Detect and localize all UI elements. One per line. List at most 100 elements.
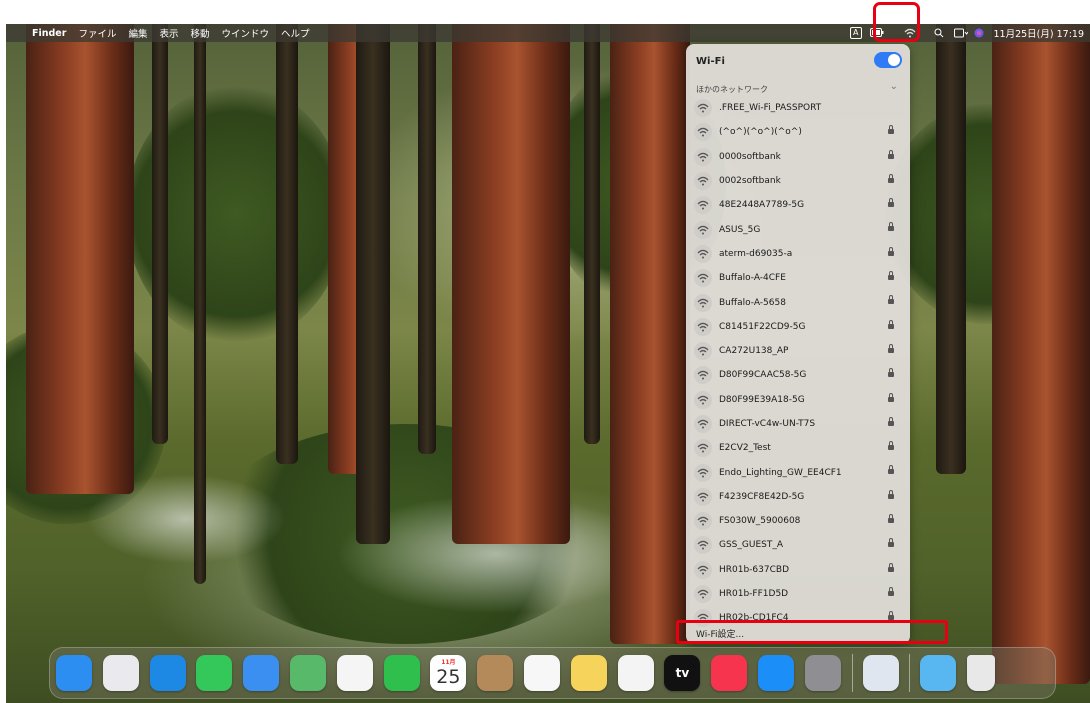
dock-finder-icon[interactable] — [56, 655, 92, 691]
wifi-signal-icon — [694, 99, 712, 118]
dock-safari-icon[interactable] — [149, 655, 186, 691]
network-name: 0000softbank — [719, 151, 781, 162]
lock-icon — [888, 222, 894, 232]
wifi-signal-icon — [694, 415, 712, 433]
dock-launchpad-icon[interactable] — [102, 655, 139, 691]
dock-messages-icon[interactable] — [196, 655, 233, 691]
lock-icon — [888, 586, 894, 597]
network-item[interactable]: D80F99CAAC58-5G — [686, 363, 910, 387]
network-item[interactable]: aterm-d69035-a — [686, 242, 910, 266]
wifi-signal-icon — [694, 366, 712, 385]
dock-maps-icon[interactable] — [289, 655, 326, 691]
network-item[interactable]: ASUS_5G — [686, 217, 910, 241]
menu-edit[interactable]: 編集 — [128, 26, 147, 40]
wifi-signal-icon — [694, 342, 712, 361]
lock-icon — [888, 489, 894, 500]
network-name: .FREE_Wi-Fi_PASSPORT — [719, 103, 822, 114]
lock-icon — [888, 392, 894, 403]
desktop-wallpaper — [6, 24, 1090, 703]
network-item[interactable]: DIRECT-vC4w-UN-T7S — [686, 412, 910, 436]
network-item[interactable]: D80F99E39A18-5G — [686, 388, 910, 412]
network-item[interactable]: GSS_GUEST_A — [686, 533, 910, 557]
dock-facetime-icon[interactable] — [383, 655, 420, 691]
menu-help[interactable]: ヘルプ — [281, 26, 310, 40]
wifi-toggle[interactable] — [874, 52, 902, 68]
other-networks-label: ほかのネットワーク — [696, 85, 768, 94]
dock-photos-icon[interactable] — [336, 655, 373, 691]
dock-notes-icon[interactable] — [570, 655, 607, 691]
dock-preview-icon[interactable] — [862, 655, 899, 691]
dock-trash-icon[interactable] — [967, 655, 996, 691]
dock-music-icon[interactable] — [711, 655, 748, 691]
network-item[interactable]: Endo_Lighting_GW_EE4CF1 — [686, 460, 910, 484]
network-item[interactable]: C81451F22CD9-5G — [686, 315, 910, 339]
lock-icon — [888, 416, 894, 427]
dock-contacts-icon[interactable] — [477, 655, 514, 691]
menu-bar: Finder ファイル 編集 表示 移動 ウインドウ ヘルプ A 11月25日(… — [6, 24, 1090, 42]
wifi-signal-icon — [694, 123, 712, 142]
wifi-signal-icon — [694, 147, 712, 166]
network-item[interactable]: Buffalo-A-5658 — [686, 290, 910, 314]
network-name: HR01b-637CBD — [719, 564, 790, 575]
lock-icon — [888, 562, 894, 573]
network-list: .FREE_Wi-Fi_PASSPORT (^o^)(^o^)(^o^) 0000s… — [686, 96, 910, 631]
dock-system-settings-icon[interactable] — [804, 655, 841, 691]
network-name: Endo_Lighting_GW_EE4CF1 — [719, 467, 842, 478]
dock-downloads-folder-icon[interactable] — [920, 655, 957, 691]
network-name: (^o^)(^o^)(^o^) — [719, 127, 802, 138]
network-item[interactable]: Buffalo-A-4CFE — [686, 266, 910, 290]
control-center-icon[interactable] — [953, 28, 968, 38]
dock-apple-tv-icon[interactable]: tv — [664, 655, 701, 691]
network-item[interactable]: FS030W_5900608 — [686, 509, 910, 533]
wifi-signal-icon — [694, 293, 712, 312]
menu-clock[interactable]: 11月25日(月) 17:19 — [994, 26, 1085, 40]
menu-go[interactable]: 移動 — [190, 26, 209, 40]
network-name: aterm-d69035-a — [719, 248, 793, 259]
lock-icon — [888, 514, 894, 524]
network-name: C81451F22CD9-5G — [719, 321, 806, 332]
lock-icon — [888, 246, 894, 257]
search-icon[interactable] — [934, 28, 946, 38]
network-item[interactable]: 0000softbank — [686, 145, 910, 169]
network-item[interactable]: HR01b-FF1D5D — [686, 582, 910, 606]
lock-icon — [888, 198, 894, 208]
siri-icon[interactable] — [974, 28, 986, 38]
wifi-signal-icon — [694, 269, 712, 288]
dock-calendar-icon[interactable]: 11月 25 — [430, 655, 467, 691]
input-source-indicator[interactable]: A — [850, 27, 862, 39]
wifi-signal-icon — [694, 317, 712, 336]
network-item[interactable]: CA272U138_AP — [686, 339, 910, 363]
network-name: DIRECT-vC4w-UN-T7S — [719, 419, 816, 429]
network-item[interactable]: .FREE_Wi-Fi_PASSPORT — [686, 96, 910, 120]
network-name: ASUS_5G — [719, 224, 761, 235]
wifi-signal-icon — [694, 439, 712, 458]
network-item[interactable]: E2CV2_Test — [686, 436, 910, 460]
calendar-day: 25 — [436, 666, 461, 688]
menu-window[interactable]: ウインドウ — [222, 26, 270, 40]
network-item[interactable]: 48E2448A7789-5G — [686, 193, 910, 217]
wifi-menu-title: Wi-Fi — [696, 56, 725, 67]
lock-icon — [888, 538, 894, 548]
lock-icon — [888, 465, 894, 475]
lock-icon — [888, 368, 894, 378]
dock-mail-icon[interactable] — [243, 655, 280, 691]
network-item[interactable]: F4239CF8E42D-5G — [686, 485, 910, 509]
menu-file[interactable]: ファイル — [78, 26, 116, 40]
dock-app-store-icon[interactable] — [757, 655, 794, 691]
wifi-signal-icon — [694, 172, 712, 191]
network-item[interactable]: (^o^)(^o^)(^o^) — [686, 120, 910, 144]
network-item[interactable]: HR01b-637CBD — [686, 558, 910, 582]
dock-reminders-icon[interactable] — [523, 655, 560, 691]
dock-freeform-icon[interactable] — [617, 655, 654, 691]
network-item[interactable]: 0002softbank — [686, 169, 910, 193]
network-name: GSS_GUEST_A — [719, 540, 784, 551]
menu-view[interactable]: 表示 — [159, 26, 178, 40]
wifi-signal-icon — [694, 220, 712, 239]
menu-finder[interactable]: Finder — [32, 28, 66, 39]
network-name: E2CV2_Test — [719, 443, 771, 454]
network-name: 0002softbank — [719, 176, 781, 187]
chevron-down-icon[interactable]: ⌄ — [890, 81, 898, 92]
wifi-signal-icon — [694, 585, 712, 604]
wifi-signal-icon — [694, 463, 712, 482]
lock-icon — [888, 173, 894, 184]
